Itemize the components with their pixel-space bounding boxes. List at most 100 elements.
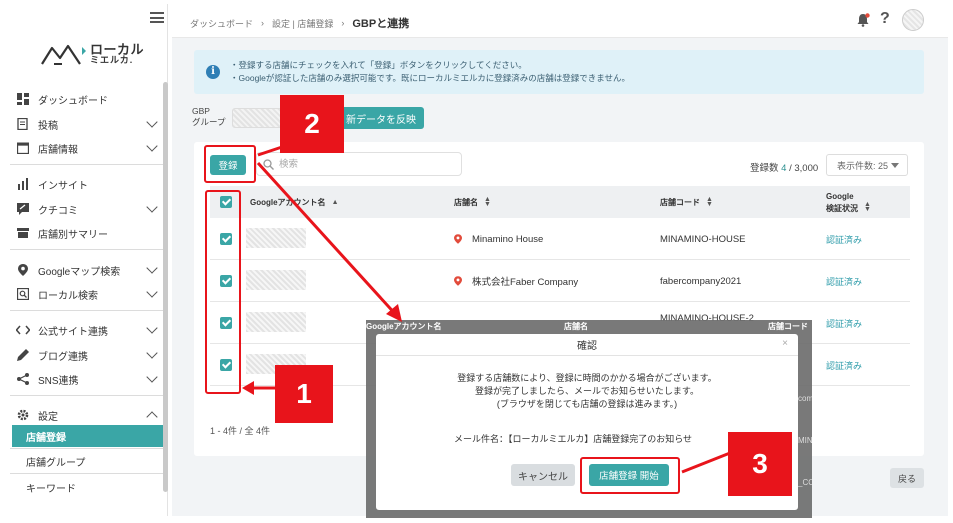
table-row[interactable]: 株式会社Faber Company fabercompany2021 認証済み: [210, 260, 910, 302]
divider: [10, 164, 164, 165]
breadcrumb-store-register[interactable]: 設定 | 店舗登録: [272, 17, 333, 30]
chevron-down-icon[interactable]: [146, 371, 158, 383]
dashboard-icon: [16, 92, 30, 106]
chevron-down-icon[interactable]: [146, 140, 158, 152]
sidebar-subitem-store-group[interactable]: 店舗グループ: [12, 450, 166, 472]
header: ダッシュボード › 設定 | 店舗登録 › GBPと連携 ?: [172, 4, 948, 38]
sidebar-item-post[interactable]: 投稿: [4, 112, 164, 136]
column-header-google-status[interactable]: Google 検証状況 ▲ ▼: [826, 186, 871, 218]
dialog-message: 登録する店舗数により、登録に時間のかかる場合がございます。 登録が完了しましたら…: [376, 372, 798, 411]
highlight-checkboxes: [205, 190, 241, 394]
sidebar-item-sns[interactable]: SNS連携: [4, 367, 164, 391]
table-row[interactable]: Minamino House MINAMINO-HOUSE 認証済み: [210, 218, 910, 260]
sort-icon: ▲ ▼: [706, 196, 713, 208]
shop-summary-icon: [16, 226, 30, 240]
per-page-value: 表示件数: 25: [837, 160, 889, 171]
chevron-down-icon[interactable]: [146, 347, 158, 359]
sidebar-item-label: 公式サイト連携: [38, 326, 108, 338]
verification-status: 認証済み: [826, 234, 863, 245]
map-pin-icon: [454, 276, 462, 286]
help-icon[interactable]: ?: [880, 10, 890, 28]
highlight-register-button: [204, 145, 256, 183]
logo[interactable]: ローカル ミエルカ.: [40, 42, 144, 68]
info-line-2: ・Googleが認証した店舗のみ選択可能です。既にローカルミエルカに登録済みの店…: [230, 73, 631, 83]
account-name-redacted: [246, 312, 306, 332]
sidebar-item-insight[interactable]: インサイト: [4, 172, 164, 196]
map-pin-icon: [454, 234, 462, 244]
app-window: ローカル ミエルカ. ダッシュボード 投稿 店舗情報 インサイト クチコミ 店舗…: [0, 0, 953, 523]
step-badge-1: 1: [275, 365, 333, 423]
info-line-1: ・登録する店舗にチェックを入れて「登録」ボタンをクリックしてください。: [230, 60, 527, 70]
chevron-down-icon[interactable]: [146, 286, 158, 298]
breadcrumb: ダッシュボード › 設定 | 店舗登録 › GBPと連携: [190, 15, 409, 31]
register-count: 登録数 4 / 3,000: [750, 160, 818, 174]
search-input[interactable]: [279, 156, 449, 172]
sidebar-item-review[interactable]: クチコミ: [4, 197, 164, 221]
sidebar-item-google-map-search[interactable]: Googleマップ検索: [4, 258, 164, 282]
reflect-latest-data-button[interactable]: 新データを反映: [340, 107, 424, 129]
map-pin-icon: [16, 263, 30, 277]
hamburger-menu-icon[interactable]: [150, 12, 164, 23]
sidebar-item-local-search[interactable]: ローカル検索: [4, 282, 164, 306]
gbp-group-label: GBP グループ: [192, 106, 226, 128]
overlay-bg-text-1: com: [798, 394, 812, 403]
sidebar-item-label: ローカル検索: [38, 290, 98, 302]
sidebar-item-store-info[interactable]: 店舗情報: [4, 136, 164, 160]
highlight-start-button: [580, 457, 680, 494]
back-button[interactable]: 戻る: [890, 468, 924, 488]
sidebar-item-label: インサイト: [38, 180, 88, 192]
sidebar-subitem-store-register[interactable]: 店舗登録: [12, 425, 166, 447]
logo-mountain-icon: [41, 44, 86, 65]
column-header-code[interactable]: 店舗コード ▲ ▼: [660, 186, 713, 218]
store-code: MINAMINO-HOUSE: [660, 233, 746, 245]
sidebar-item-label: 投稿: [38, 120, 58, 132]
code-icon: [16, 323, 30, 337]
column-header-account[interactable]: Googleアカウント名 ▲: [250, 186, 339, 218]
column-header-account-label: Googleアカウント名: [250, 197, 326, 207]
table-header: Googleアカウント名 ▲ 店舗名 ▲ ▼ 店舗コード ▲ ▼ Google 検証状況 ▲ ▼: [210, 186, 910, 218]
avatar[interactable]: [902, 9, 924, 31]
chevron-down-icon[interactable]: [146, 116, 158, 128]
pen-icon: [16, 348, 30, 362]
chevron-down-icon[interactable]: [146, 262, 158, 274]
column-header-google-line1: Google: [826, 191, 854, 201]
breadcrumb-separator: ›: [341, 18, 345, 28]
insight-icon: [16, 177, 30, 191]
chevron-up-icon[interactable]: [146, 411, 158, 423]
store-icon: [16, 141, 30, 155]
chevron-down-icon[interactable]: [146, 201, 158, 213]
search-field[interactable]: [256, 152, 462, 176]
sidebar-item-dashboard[interactable]: ダッシュボード: [4, 87, 164, 111]
logo-text-line1: ローカル: [90, 42, 145, 57]
account-name-redacted: [246, 228, 306, 248]
sidebar-subitem-keyword[interactable]: キーワード: [12, 476, 166, 498]
divider: [10, 249, 164, 250]
sidebar-item-shop-summary[interactable]: 店舗別サマリー: [4, 221, 164, 245]
dialog-message-line2: 登録が完了しましたら、メールでお知らせいたします。: [475, 386, 699, 396]
cancel-button[interactable]: キャンセル: [511, 464, 575, 486]
per-page-select[interactable]: 表示件数: 25: [826, 154, 908, 176]
store-name: Minamino House: [472, 233, 544, 245]
dialog-title: 確認: [376, 334, 798, 356]
sidebar-item-blog[interactable]: ブログ連携: [4, 343, 164, 367]
close-icon[interactable]: ×: [782, 338, 788, 349]
gbp-label-line1: GBP: [192, 106, 210, 116]
dialog-mail-subject: メール件名：【ローカルミエルカ】店舗登録完了のお知らせ: [454, 434, 693, 444]
sidebar-scrollbar[interactable]: [163, 82, 168, 492]
sidebar-item-label: ブログ連携: [38, 351, 88, 363]
bell-icon[interactable]: [856, 13, 870, 27]
review-icon: [16, 202, 30, 216]
pagination-info: 1 - 4件 / 全 4件: [210, 426, 271, 436]
overlay-bg-text-2: MIN: [798, 436, 812, 445]
column-header-store[interactable]: 店舗名 ▲ ▼: [454, 186, 491, 218]
step-badge-2: 2: [280, 95, 344, 153]
caret-down-icon: [891, 163, 899, 168]
sidebar-item-official-site[interactable]: 公式サイト連携: [4, 318, 164, 342]
dialog-message-line3: (ブラウザを閉じても店舗の登録は進みます。): [496, 399, 678, 409]
column-header-store-label: 店舗名: [454, 197, 478, 207]
sidebar-item-settings[interactable]: 設定: [4, 403, 164, 427]
chevron-down-icon[interactable]: [146, 322, 158, 334]
breadcrumb-dashboard[interactable]: ダッシュボード: [190, 17, 253, 30]
breadcrumb-separator: ›: [261, 18, 265, 28]
gear-icon: [16, 408, 30, 422]
